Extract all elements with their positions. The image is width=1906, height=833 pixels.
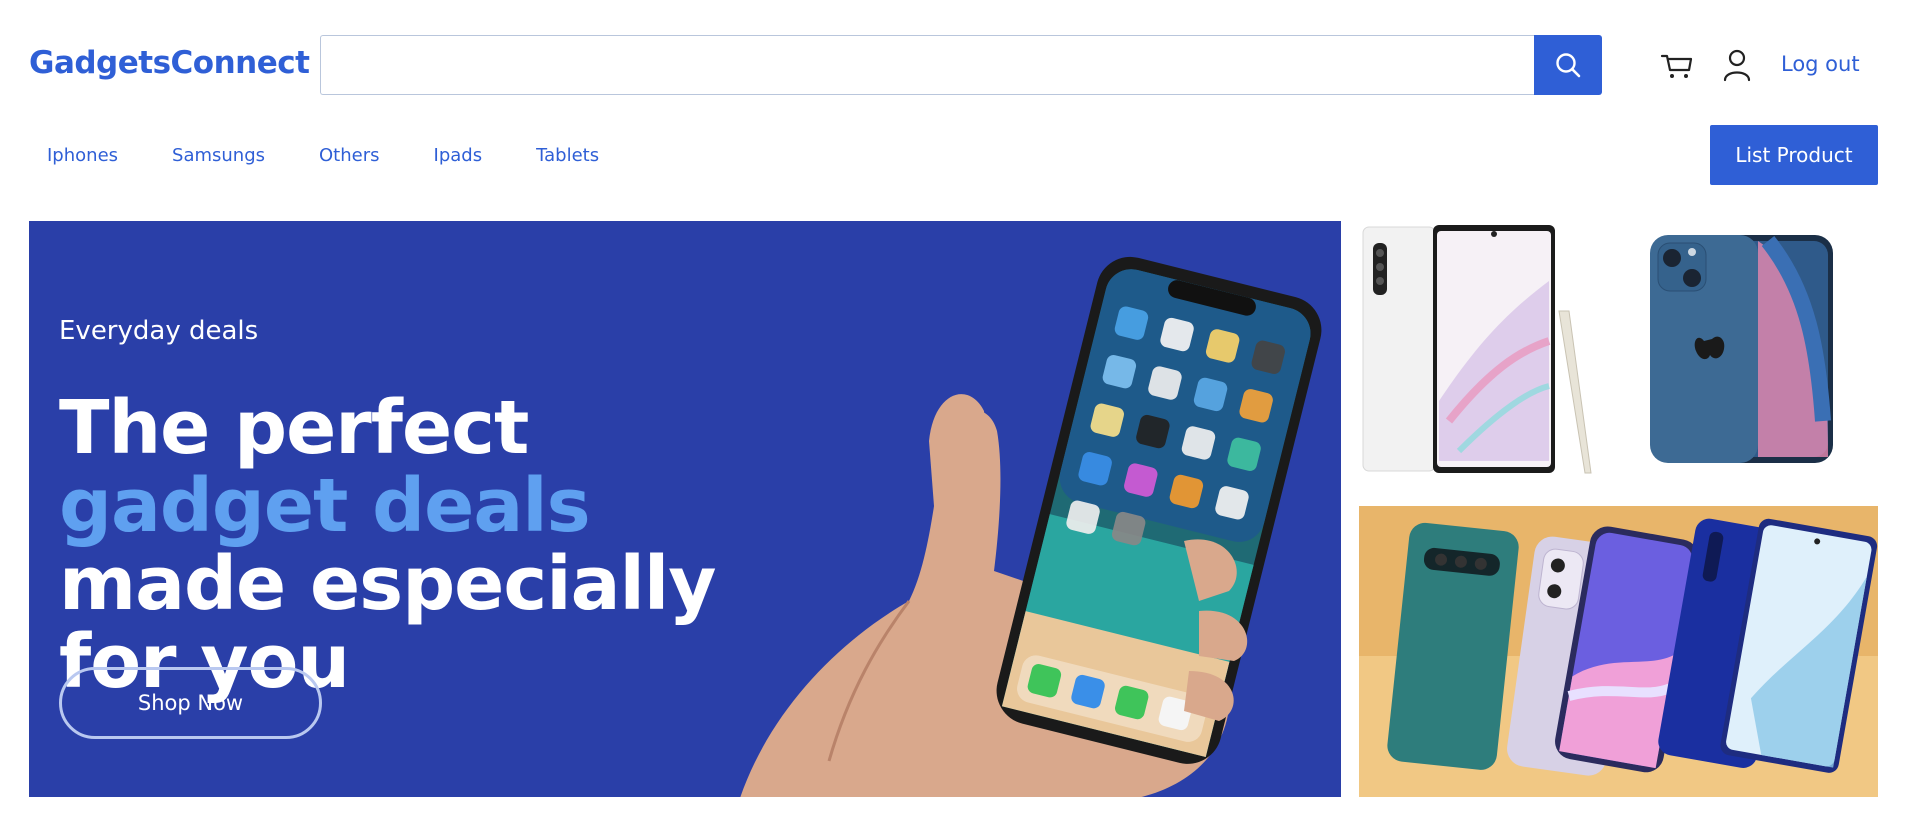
nav-item-ipads[interactable]: Ipads [434,145,483,166]
shop-now-button[interactable]: Shop Now [59,667,322,739]
promo-tile-phone-lineup[interactable] [1359,506,1878,797]
nav-item-others[interactable]: Others [319,145,380,166]
hero-eyebrow: Everyday deals [59,316,259,346]
iphone-13-image [1650,235,1833,463]
search-button[interactable] [1534,35,1602,95]
promo-tile-iphone-13[interactable] [1618,221,1878,477]
hero-headline: The perfect gadget deals made especially… [59,389,839,701]
category-nav: Iphones Samsungs Others Ipads Tablets [47,145,653,166]
promo-tile-galaxy-note[interactable] [1359,221,1599,477]
headline-text: The perfect [59,385,529,471]
user-icon[interactable] [1722,48,1752,82]
search-bar [320,35,1602,95]
galaxy-note-image [1362,225,1592,474]
logout-link[interactable]: Log out [1781,52,1860,76]
search-icon [1556,53,1581,78]
phone-lineup-image [1359,506,1878,797]
header: GadgetsConnect Log out [0,0,1906,120]
logo[interactable]: GadgetsConnect [29,45,310,81]
search-input[interactable] [320,35,1534,95]
headline-accent: gadget deals [59,463,591,549]
hero-phone-image [740,256,1322,797]
nav-item-samsungs[interactable]: Samsungs [172,145,265,166]
nav-item-tablets[interactable]: Tablets [536,145,599,166]
cart-icon[interactable] [1660,48,1694,82]
nav-item-iphones[interactable]: Iphones [47,145,118,166]
list-product-button[interactable]: List Product [1710,125,1878,185]
hero-banner: Everyday deals The perfect gadget deals … [29,221,1341,797]
